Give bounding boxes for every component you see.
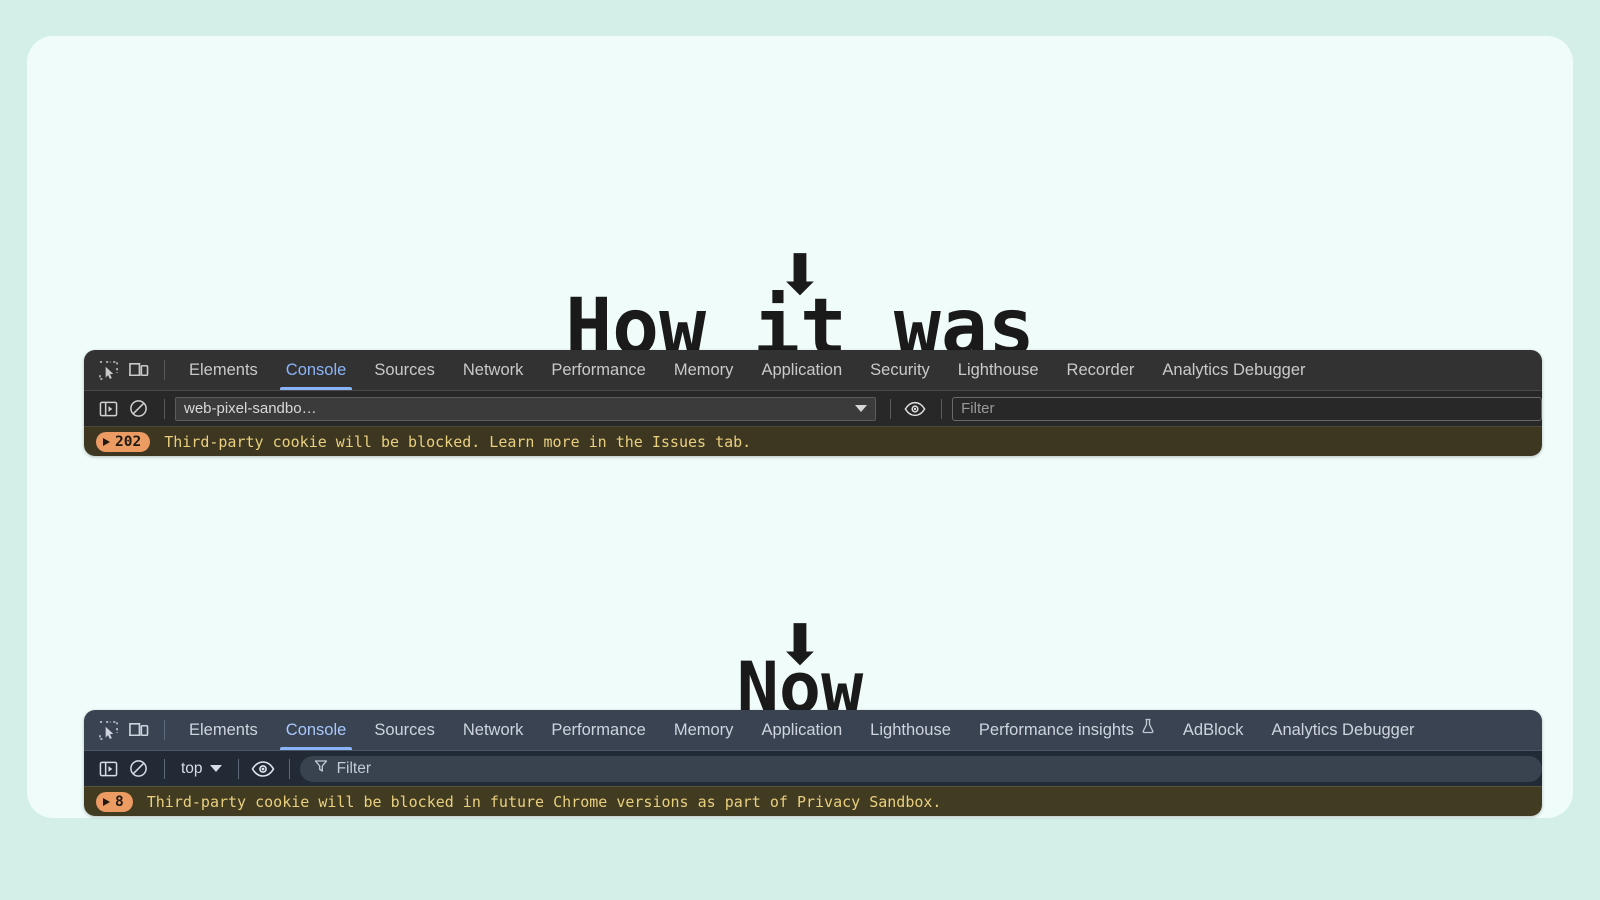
inspect-element-icon[interactable] (94, 716, 122, 744)
console-context-select[interactable]: top (175, 760, 228, 778)
tab-security[interactable]: Security (856, 350, 944, 390)
console-toolbar-before: web-pixel-sandbo… Filter (84, 390, 1542, 426)
console-filter-input[interactable]: Filter (299, 755, 1542, 782)
flask-icon (1141, 710, 1155, 750)
toolbar-divider (237, 758, 239, 779)
tab-analytics-debugger[interactable]: Analytics Debugger (1257, 710, 1428, 750)
live-expression-eye-icon[interactable] (901, 395, 929, 423)
toolbar-divider (164, 398, 165, 419)
tab-elements[interactable]: Elements (175, 710, 272, 750)
console-filter-input[interactable]: Filter (952, 396, 1542, 421)
sidebar-toggle-icon[interactable] (94, 755, 122, 783)
toolbar-divider (890, 398, 892, 419)
tab-performance-insights-label: Performance insights (978, 721, 1134, 739)
toolbar-divider (164, 360, 165, 380)
clear-console-icon[interactable] (124, 395, 152, 423)
devtools-tabbar-after: Elements Console Sources Network Perform… (84, 710, 1542, 750)
page-title-after: Now (27, 488, 1573, 899)
console-context-value: top (181, 759, 203, 777)
tab-recorder[interactable]: Recorder (1053, 350, 1149, 390)
tab-analytics-debugger[interactable]: Analytics Debugger (1148, 350, 1319, 390)
devtools-panel-after: Elements Console Sources Network Perform… (84, 710, 1542, 816)
console-toolbar-after: top Filter (84, 750, 1542, 786)
tab-lighthouse[interactable]: Lighthouse (944, 350, 1053, 390)
devtools-panel-before: Elements Console Sources Network Perform… (84, 350, 1542, 456)
clear-console-icon[interactable] (124, 755, 152, 783)
tab-console[interactable]: Console (272, 350, 361, 390)
console-context-value: web-pixel-sandbo… (184, 400, 317, 417)
filter-funnel-icon (314, 759, 328, 778)
device-toolbar-icon[interactable] (124, 716, 152, 744)
tab-network[interactable]: Network (449, 350, 538, 390)
tab-network[interactable]: Network (449, 710, 538, 750)
tab-performance[interactable]: Performance (537, 710, 659, 750)
tab-application[interactable]: Application (747, 710, 856, 750)
toolbar-divider (164, 720, 165, 740)
tab-sources[interactable]: Sources (360, 350, 449, 390)
tab-performance-insights[interactable]: Performance insights (965, 710, 1169, 750)
warning-count: 202 (115, 433, 142, 450)
tab-memory[interactable]: Memory (660, 710, 748, 750)
warning-message-text: Third-party cookie will be blocked in fu… (146, 792, 942, 811)
toolbar-divider (941, 398, 943, 419)
tab-memory[interactable]: Memory (660, 350, 748, 390)
console-filter-placeholder: Filter (336, 759, 372, 777)
tab-lighthouse[interactable]: Lighthouse (856, 710, 965, 750)
console-context-select[interactable]: web-pixel-sandbo… (175, 396, 877, 421)
tab-elements[interactable]: Elements (175, 350, 272, 390)
toolbar-divider (288, 758, 290, 779)
inspect-element-icon[interactable] (94, 356, 122, 384)
down-arrow-icon: ⬇ (776, 613, 824, 678)
console-filter-placeholder: Filter (961, 400, 995, 417)
console-warning-row-before[interactable]: 202 Third-party cookie will be blocked. … (84, 426, 1542, 456)
tab-application[interactable]: Application (747, 350, 856, 390)
tab-adblock[interactable]: AdBlock (1169, 710, 1258, 750)
console-warning-row-after[interactable]: 8 Third-party cookie will be blocked in … (84, 786, 1542, 816)
tab-performance[interactable]: Performance (537, 350, 659, 390)
down-arrow-icon: ⬇ (776, 243, 824, 308)
warning-count: 8 (115, 793, 124, 810)
devtools-tabbar-before: Elements Console Sources Network Perform… (84, 350, 1542, 390)
tab-sources[interactable]: Sources (360, 710, 449, 750)
warning-count-badge[interactable]: 202 (96, 431, 151, 452)
expand-triangle-icon (103, 797, 110, 806)
sidebar-toggle-icon[interactable] (94, 395, 122, 423)
live-expression-eye-icon[interactable] (249, 755, 277, 783)
warning-message-text: Third-party cookie will be blocked. Lear… (164, 432, 752, 451)
chevron-down-icon (855, 405, 868, 412)
content-card: How it was ⬇ Elements Console Sources Ne… (27, 36, 1573, 818)
device-toolbar-icon[interactable] (124, 356, 152, 384)
tab-console[interactable]: Console (272, 710, 361, 750)
warning-count-badge[interactable]: 8 (96, 791, 133, 812)
expand-triangle-icon (103, 437, 110, 446)
chevron-down-icon (209, 765, 222, 772)
toolbar-divider (164, 758, 165, 779)
